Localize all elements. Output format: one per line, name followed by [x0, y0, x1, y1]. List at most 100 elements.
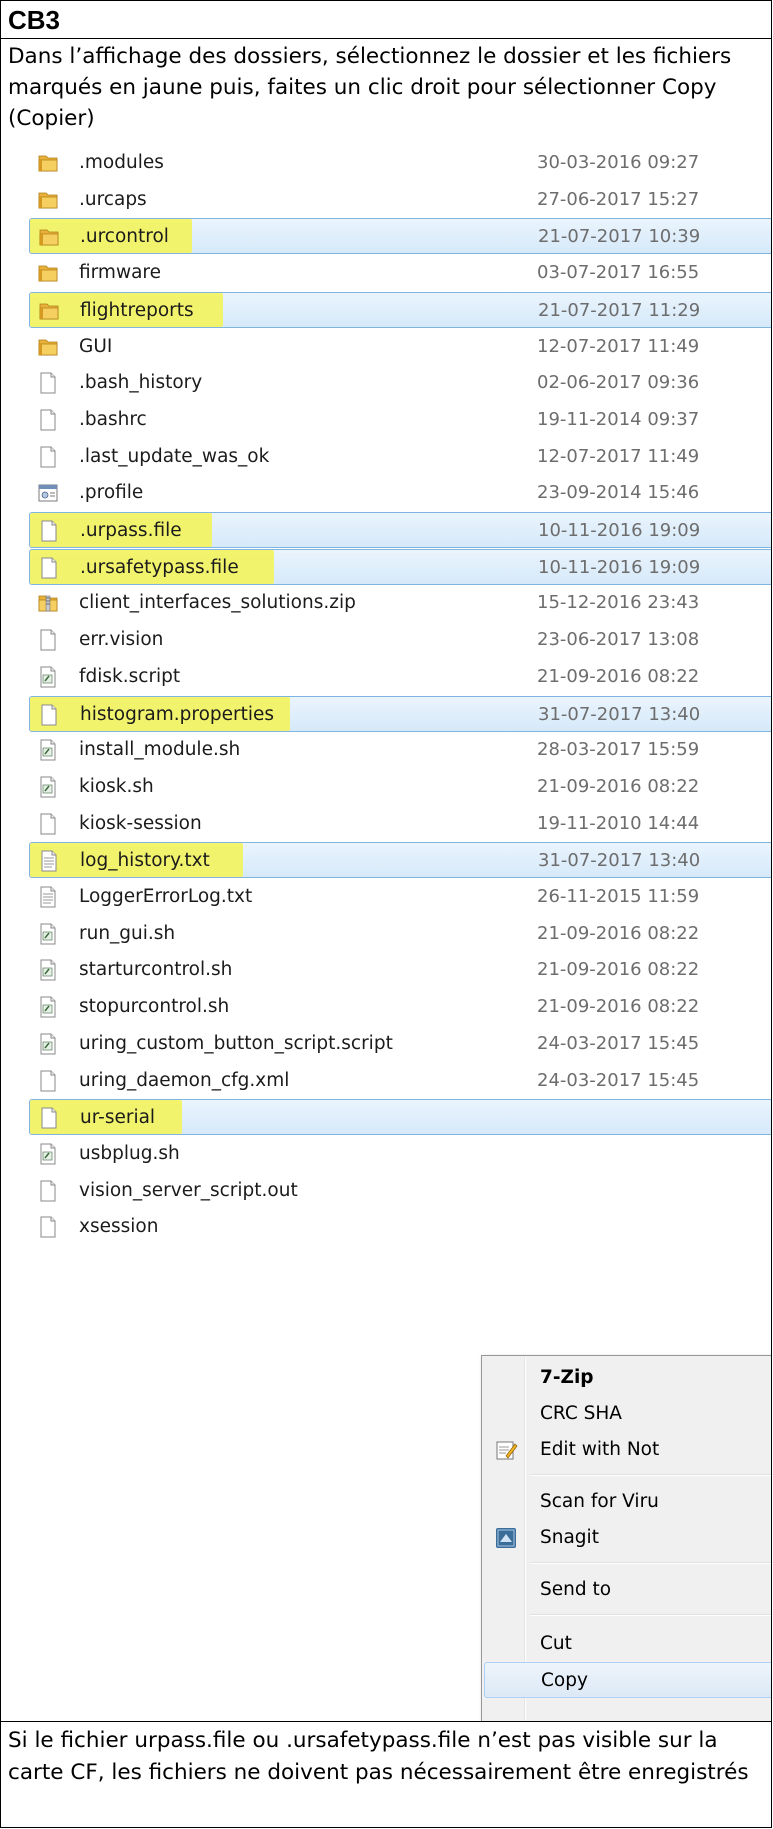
file-modified-date: 24-03-2017 15:45 — [537, 1032, 700, 1054]
folder-icon — [36, 188, 60, 212]
zip-folder-icon — [36, 591, 60, 615]
blank-file-icon — [36, 812, 60, 836]
menu-item-crc-sha[interactable]: CRC SHA — [484, 1396, 771, 1432]
file-modified-date: 12-07-2017 11:49 — [537, 445, 700, 467]
file-name: .bash_history — [79, 372, 203, 394]
file-name: flightreports — [80, 299, 194, 321]
file-name: stopurcontrol.sh — [79, 996, 230, 1018]
blank-file-icon — [36, 408, 60, 432]
file-row[interactable]: stopurcontrol.sh 21-09-2016 08:22 — [29, 989, 771, 1025]
file-row[interactable]: uring_daemon_cfg.xml 24-03-2017 15:45 — [29, 1063, 771, 1099]
file-modified-date: 31-07-2017 13:40 — [538, 850, 701, 872]
file-row[interactable]: histogram.properties 31-07-2017 13:40 — [29, 695, 771, 732]
file-name: vision_server_script.out — [79, 1179, 298, 1201]
file-row[interactable]: usbplug.sh — [29, 1136, 771, 1172]
file-name: .urpass.file — [80, 520, 182, 541]
file-row[interactable]: flightreports 21-07-2017 11:29 — [29, 291, 771, 328]
file-row[interactable]: xsession — [29, 1209, 771, 1245]
menu-item-label: CRC SHA — [540, 1403, 622, 1424]
file-row[interactable]: run_gui.sh 21-09-2016 08:22 — [29, 916, 771, 952]
file-modified-date: 31-07-2017 13:40 — [538, 703, 701, 725]
snagit-icon — [494, 1526, 518, 1550]
file-modified-date: 21-09-2016 08:22 — [537, 665, 700, 687]
file-name: .ursafetypass.file — [80, 556, 239, 578]
script-file-icon — [36, 1142, 60, 1166]
file-name: .urcaps — [79, 188, 147, 210]
file-row[interactable]: LoggerErrorLog.txt 26-11-2015 11:59 — [29, 879, 771, 915]
file-row[interactable]: GUI 12-07-2017 11:49 — [29, 329, 771, 365]
script-file-icon — [36, 665, 60, 689]
file-name: firmware — [79, 262, 162, 284]
menu-item-7-zip[interactable]: 7-Zip — [484, 1360, 771, 1396]
blank-file-icon — [37, 703, 61, 727]
file-name: install_module.sh — [79, 739, 241, 761]
footnote-text: Si le fichier urpass.file ou .ursafetypa… — [8, 1728, 749, 1785]
menu-item-snagit[interactable]: Snagit — [484, 1520, 771, 1556]
file-modified-date: 21-09-2016 08:22 — [537, 959, 700, 981]
blank-file-icon — [37, 1106, 61, 1130]
file-row[interactable]: .last_update_was_ok 12-07-2017 11:49 — [29, 439, 771, 475]
file-name: .modules — [79, 152, 164, 173]
file-modified-date: 26-11-2015 11:59 — [537, 886, 700, 907]
file-row[interactable]: .urcontrol 21-07-2017 10:39 — [29, 218, 771, 255]
file-modified-date: 21-09-2016 08:22 — [537, 922, 700, 944]
file-modified-date: 21-09-2016 08:22 — [537, 775, 700, 797]
file-modified-date: 28-03-2017 15:59 — [537, 739, 700, 761]
script-file-icon — [36, 775, 60, 799]
blank-file-icon — [36, 1215, 60, 1239]
file-modified-date: 21-07-2017 11:29 — [538, 299, 701, 321]
file-name: LoggerErrorLog.txt — [79, 886, 253, 907]
file-name: .bashrc — [79, 408, 147, 430]
notepad-edit-icon — [494, 1438, 518, 1462]
folder-icon — [36, 151, 60, 175]
menu-item-label: Snagit — [540, 1527, 599, 1548]
menu-item-scan-for-viru[interactable]: Scan for Viru — [484, 1484, 771, 1520]
file-explorer-list: .modules 30-03-2016 09:27 .urcaps 27-06-201… — [1, 137, 771, 1721]
file-row[interactable]: starturcontrol.sh 21-09-2016 08:22 — [29, 952, 771, 988]
folder-icon — [37, 299, 61, 323]
file-name: run_gui.sh — [79, 922, 176, 944]
file-modified-date: 19-11-2014 09:37 — [537, 408, 700, 430]
file-modified-date: 21-07-2017 10:39 — [538, 226, 701, 248]
file-row[interactable]: kiosk.sh 21-09-2016 08:22 — [29, 769, 771, 805]
menu-separator — [530, 1614, 771, 1616]
menu-item-cut[interactable]: Cut — [484, 1626, 771, 1662]
file-row[interactable]: .urpass.file 10-11-2016 19:09 — [29, 512, 771, 548]
file-row[interactable]: log_history.txt 31-07-2017 13:40 — [29, 842, 771, 879]
menu-item-label: Scan for Viru — [540, 1491, 659, 1512]
menu-item-edit-with-not[interactable]: Edit with Not — [484, 1432, 771, 1468]
file-row[interactable]: fdisk.script 21-09-2016 08:22 — [29, 659, 771, 695]
file-row[interactable]: .urcaps 27-06-2017 15:27 — [29, 182, 771, 218]
file-row[interactable]: client_interfaces_solutions.zip 15-12-201… — [29, 585, 771, 621]
file-row[interactable]: install_module.sh 28-03-2017 15:59 — [29, 732, 771, 768]
file-modified-date: 27-06-2017 15:27 — [537, 188, 700, 210]
menu-item-label: Send to — [540, 1579, 612, 1600]
file-name: xsession — [79, 1216, 159, 1238]
script-file-icon — [36, 995, 60, 1019]
blank-file-icon — [37, 556, 61, 580]
file-row[interactable]: vision_server_script.out — [29, 1173, 771, 1209]
file-modified-date: 15-12-2016 23:43 — [537, 592, 700, 614]
table-divider — [1, 1721, 771, 1722]
file-row[interactable]: .ursafetypass.file 10-11-2016 19:09 — [29, 548, 771, 585]
file-row[interactable]: .bash_history 02-06-2017 09:36 — [29, 365, 771, 401]
file-row[interactable]: err.vision 23-06-2017 13:08 — [29, 622, 771, 658]
file-row[interactable]: ur-serial — [29, 1099, 771, 1136]
file-row[interactable]: uring_custom_button_script.script 24-03-2… — [29, 1026, 771, 1062]
file-row[interactable]: kiosk-session 19-11-2010 14:44 — [29, 806, 771, 842]
file-row[interactable]: firmware 03-07-2017 16:55 — [29, 255, 771, 291]
menu-item-copy[interactable]: Copy — [484, 1662, 771, 1698]
file-row[interactable]: .bashrc 19-11-2014 09:37 — [29, 402, 771, 438]
file-name: kiosk.sh — [79, 775, 154, 797]
file-name: GUI — [79, 335, 113, 357]
file-row[interactable]: .modules 30-03-2016 09:27 — [29, 145, 771, 181]
text-file-icon — [36, 885, 60, 909]
script-file-icon — [36, 958, 60, 982]
instruction-text: Dans l’affichage des dossiers, sélection… — [8, 44, 732, 131]
menu-item-send-to[interactable]: Send to — [484, 1572, 771, 1608]
file-name: err.vision — [79, 629, 164, 651]
file-name: .profile — [79, 482, 144, 504]
menu-separator — [530, 1562, 771, 1564]
menu-item-label: Edit with Not — [540, 1439, 660, 1460]
file-row[interactable]: .profile 23-09-2014 15:46 — [29, 475, 771, 511]
